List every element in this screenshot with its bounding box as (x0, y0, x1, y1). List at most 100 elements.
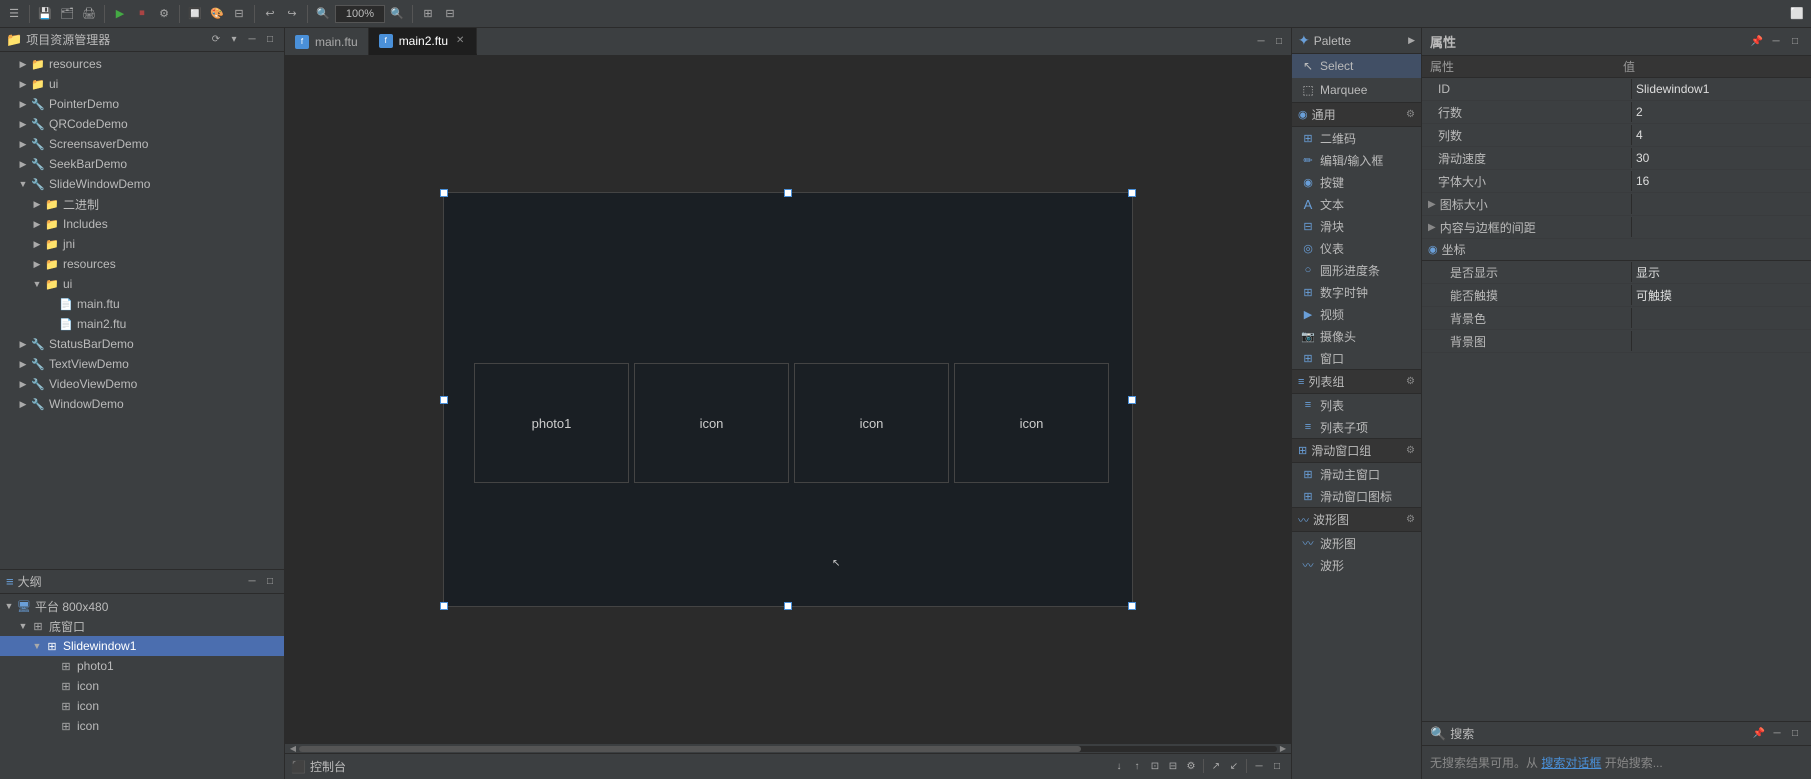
sw-item-icon3[interactable]: icon (954, 363, 1109, 483)
palette-item-editbox[interactable]: ✏ 编辑/输入框 (1292, 149, 1421, 171)
search-maximize-btn[interactable]: □ (1787, 726, 1803, 742)
palette-tool-marquee[interactable]: ⬚ Marquee (1292, 78, 1421, 102)
console-paste-btn[interactable]: ⊟ (1165, 759, 1181, 775)
prop-maximize-btn[interactable]: □ (1787, 34, 1803, 50)
palette-item-button[interactable]: ◉ 按键 (1292, 171, 1421, 193)
console-export-btn[interactable]: ↗ (1208, 759, 1224, 775)
hscroll-right-btn[interactable]: ▶ (1277, 743, 1289, 754)
console-more-btn[interactable]: ⚙ (1183, 759, 1199, 775)
sw-item-photo1[interactable]: photo1 (474, 363, 629, 483)
tree-item-mainftu[interactable]: 📄 main.ftu (0, 294, 284, 314)
tree-item-textviewdemo[interactable]: ▶ 🔧 TextViewDemo (0, 354, 284, 374)
handle-tr[interactable] (1128, 189, 1136, 197)
tree-item-seekbardemo[interactable]: ▶ 🔧 SeekBarDemo (0, 154, 284, 174)
console-copy-btn[interactable]: ⊡ (1147, 759, 1163, 775)
toolbar-align[interactable]: ⊟ (229, 4, 249, 24)
toolbar-redo[interactable]: ↪ (282, 4, 302, 24)
palette-item-text[interactable]: A 文本 (1292, 193, 1421, 215)
hscroll-thumb[interactable] (299, 746, 1081, 752)
outline-item-icon3[interactable]: ⊞ icon (0, 716, 284, 736)
prop-row-id[interactable]: ID Slidewindow1 (1422, 78, 1811, 101)
tree-item-screensaverdemo[interactable]: ▶ 🔧 ScreensaverDemo (0, 134, 284, 154)
tree-item-pointerdemo[interactable]: ▶ 🔧 PointerDemo (0, 94, 284, 114)
console-minimize-btn[interactable]: ─ (1251, 759, 1267, 775)
prop-value-padding[interactable] (1631, 217, 1811, 237)
prop-row-font-size[interactable]: 字体大小 16 (1422, 170, 1811, 193)
palette-expand-arrow[interactable]: ▶ (1408, 35, 1415, 46)
zoom-input[interactable]: 100% (335, 5, 385, 23)
prop-value-font-size[interactable]: 16 (1631, 171, 1811, 191)
console-import-btn[interactable]: ↙ (1226, 759, 1242, 775)
prop-row-bg-color[interactable]: 背景色 (1422, 307, 1811, 330)
sw-item-icon2[interactable]: icon (794, 363, 949, 483)
outline-item-slidewindow1[interactable]: ▼ ⊞ Slidewindow1 (0, 636, 284, 656)
tree-item-ui2[interactable]: ▼ 📁 ui (0, 274, 284, 294)
tree-item-resources[interactable]: ▶ 📁 resources (0, 54, 284, 74)
tree-item-slidewindowdemo[interactable]: ▼ 🔧 SlideWindowDemo (0, 174, 284, 194)
canvas-area[interactable]: photo1 icon icon icon ↖ (285, 56, 1291, 743)
palette-section-general[interactable]: ◉ 通用 ⚙ (1292, 102, 1421, 127)
toolbar-grid[interactable]: ⊞ (418, 4, 438, 24)
handle-mr[interactable] (1128, 396, 1136, 404)
project-filter-btn[interactable]: ▾ (226, 32, 242, 48)
tab-main2ftu[interactable]: f main2.ftu ✕ (369, 28, 478, 55)
project-sync-btn[interactable]: ⟳ (208, 32, 224, 48)
prop-value-bg-color[interactable] (1631, 308, 1811, 328)
toolbar-shape[interactable]: 🔲 (185, 4, 205, 24)
prop-minimize-btn[interactable]: ─ (1768, 34, 1784, 50)
palette-item-digital-clock[interactable]: ⊞ 数字时钟 (1292, 281, 1421, 303)
toolbar-maximize[interactable]: ⬜ (1787, 4, 1807, 24)
outline-item-icon1[interactable]: ⊞ icon (0, 676, 284, 696)
palette-item-waveform[interactable]: 〰 波形图 (1292, 532, 1421, 554)
icon-size-expand[interactable]: ▶ (1422, 199, 1436, 210)
toolbar-save[interactable]: 💾 (35, 4, 55, 24)
outline-minimize-btn[interactable]: ─ (244, 574, 260, 590)
console-maximize-btn[interactable]: □ (1269, 759, 1285, 775)
tab-close-main2ftu[interactable]: ✕ (454, 35, 466, 46)
project-maximize-btn[interactable]: □ (262, 32, 278, 48)
handle-br[interactable] (1128, 602, 1136, 610)
tab-minimize-btn[interactable]: ─ (1253, 34, 1269, 50)
tree-item-includes[interactable]: ▶ 📁 Includes (0, 214, 284, 234)
toolbar-run[interactable]: ▶ (110, 4, 130, 24)
handle-bl[interactable] (440, 602, 448, 610)
palette-item-2dcode[interactable]: ⊞ 二维码 (1292, 127, 1421, 149)
prop-row-rows[interactable]: 行数 2 (1422, 101, 1811, 124)
prop-pin-btn[interactable]: 📌 (1749, 34, 1765, 50)
tab-mainftu[interactable]: f main.ftu (285, 28, 369, 55)
tree-item-binary[interactable]: ▶ 📁 二进制 (0, 194, 284, 214)
tab-maximize-btn[interactable]: □ (1271, 34, 1287, 50)
project-minimize-btn[interactable]: ─ (244, 32, 260, 48)
toolbar-zoom-in[interactable]: 🔍 (387, 4, 407, 24)
prop-row-cols[interactable]: 列数 4 (1422, 124, 1811, 147)
palette-item-slider[interactable]: ⊟ 滑块 (1292, 215, 1421, 237)
palette-item-custom[interactable]: ⊞ 窗口 (1292, 347, 1421, 369)
search-pin-btn[interactable]: 📌 (1751, 726, 1767, 742)
palette-item-video[interactable]: ▶ 视频 (1292, 303, 1421, 325)
toolbar-debug[interactable]: ⚙ (154, 4, 174, 24)
prop-value-slide-speed[interactable]: 30 (1631, 148, 1811, 168)
prop-value-rows[interactable]: 2 (1631, 102, 1811, 122)
prop-value-bg-image[interactable] (1631, 331, 1811, 351)
prop-row-padding[interactable]: ▶ 内容与边框的间距 (1422, 216, 1811, 239)
prop-value-cols[interactable]: 4 (1631, 125, 1811, 145)
palette-section-waveform[interactable]: 〰 波形图 ⚙ (1292, 507, 1421, 532)
palette-item-circular-progress[interactable]: ○ 圆形进度条 (1292, 259, 1421, 281)
tree-item-qrcodedemo[interactable]: ▶ 🔧 QRCodeDemo (0, 114, 284, 134)
console-up-btn[interactable]: ↑ (1129, 759, 1145, 775)
tree-item-statusbardemo[interactable]: ▶ 🔧 StatusBarDemo (0, 334, 284, 354)
toolbar-print[interactable]: 🖨 (79, 4, 99, 24)
tree-item-windowdemo[interactable]: ▶ 🔧 WindowDemo (0, 394, 284, 414)
outline-item-platform[interactable]: ▼ 🖥 平台 800x480 (0, 596, 284, 616)
prop-section-coords[interactable]: ◉ 坐标 (1422, 239, 1811, 261)
palette-section-slidewindow[interactable]: ⊞ 滑动窗口组 ⚙ (1292, 438, 1421, 463)
search-dialog-link[interactable]: 搜索对话框 (1541, 756, 1601, 770)
tree-item-main2ftu[interactable]: 📄 main2.ftu (0, 314, 284, 334)
handle-bc[interactable] (784, 602, 792, 610)
palette-item-list[interactable]: ≡ 列表 (1292, 394, 1421, 416)
padding-expand[interactable]: ▶ (1422, 222, 1436, 233)
prop-row-bg-image[interactable]: 背景图 (1422, 330, 1811, 353)
toolbar-snap[interactable]: ⊟ (440, 4, 460, 24)
prop-value-icon-size[interactable] (1631, 194, 1811, 214)
palette-tool-select[interactable]: ↖ Select (1292, 54, 1421, 78)
